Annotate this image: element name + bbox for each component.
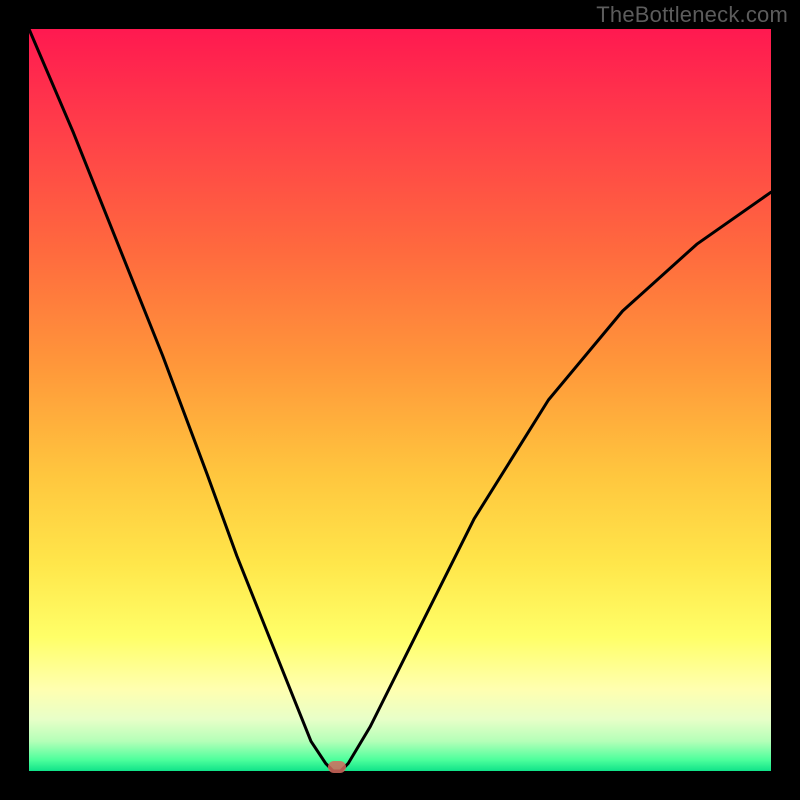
curve-path — [29, 29, 771, 771]
bottleneck-curve — [29, 29, 771, 771]
plot-area — [29, 29, 771, 771]
min-marker — [328, 761, 346, 773]
chart-frame: TheBottleneck.com — [0, 0, 800, 800]
watermark-text: TheBottleneck.com — [596, 2, 788, 28]
